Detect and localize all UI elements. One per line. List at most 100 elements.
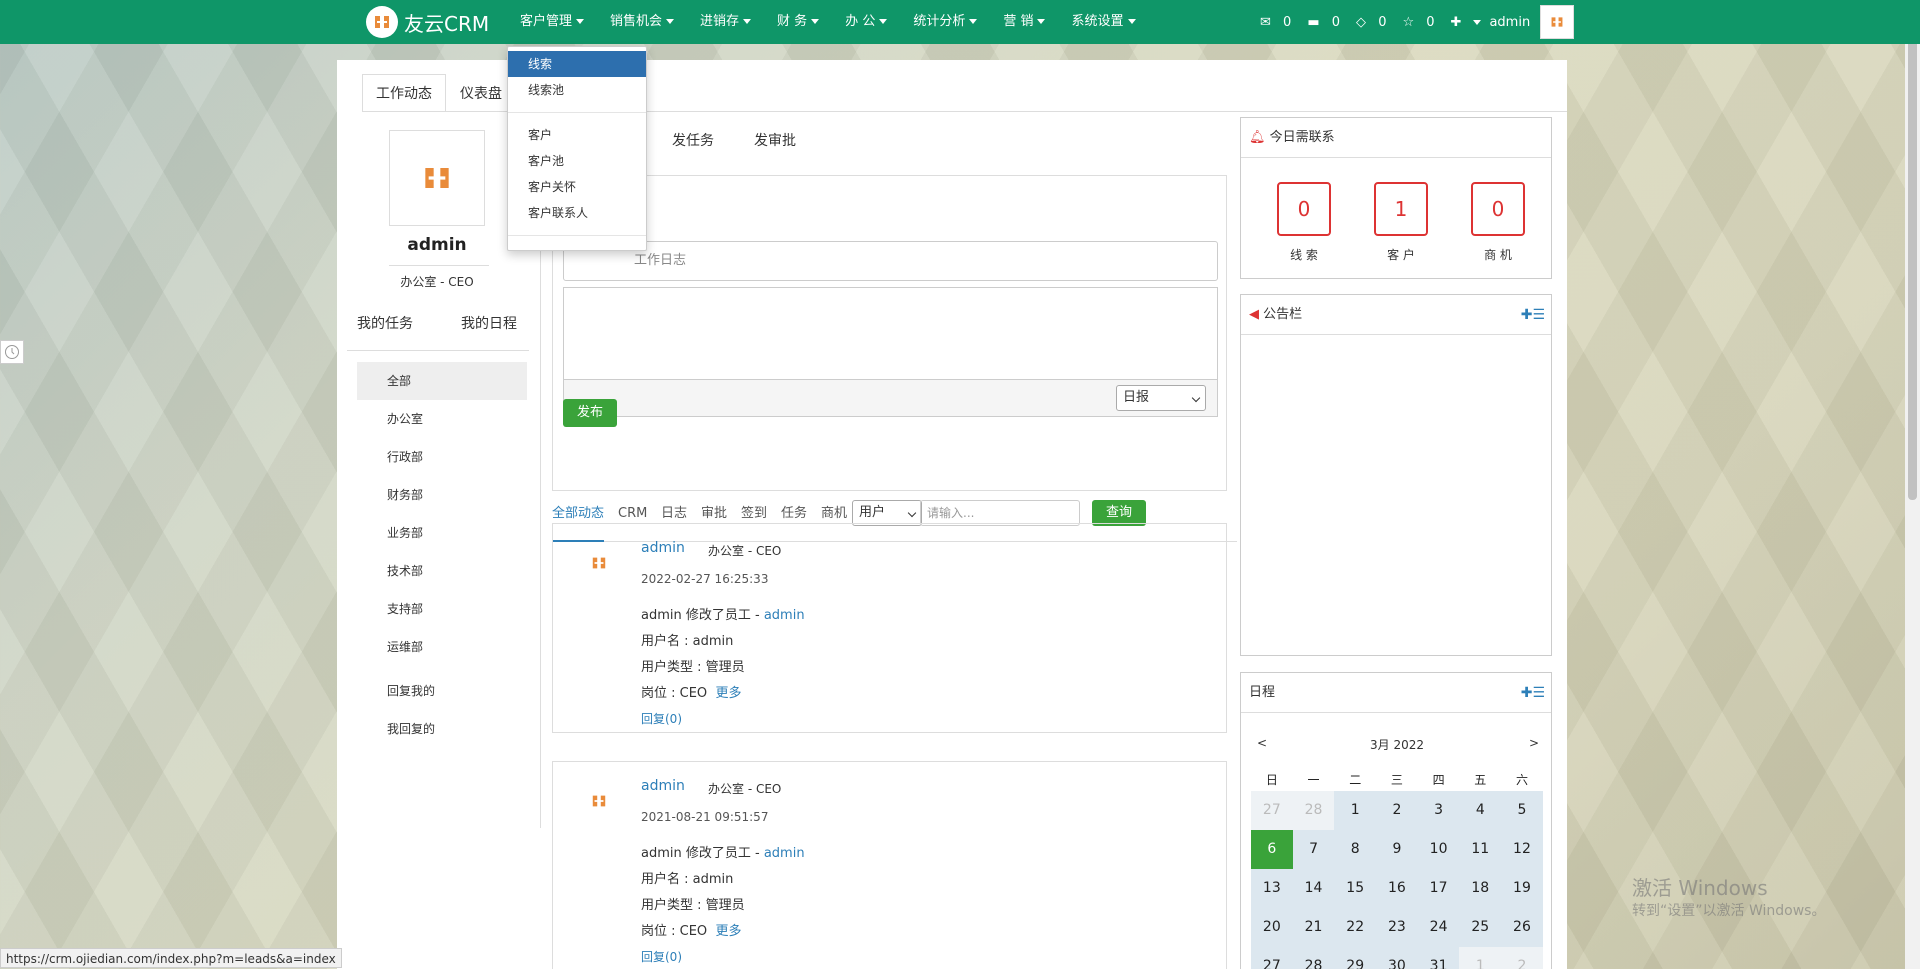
calendar-day[interactable]: 28 xyxy=(1292,947,1335,969)
brand-name[interactable]: 友云CRM xyxy=(404,8,489,37)
calendar-day[interactable]: 14 xyxy=(1292,869,1335,908)
feed-user[interactable]: admin xyxy=(641,540,685,556)
add-icon[interactable]: ✚ xyxy=(1521,685,1533,701)
calendar-month: 3月 2022 xyxy=(1370,738,1424,752)
my-replies[interactable]: 我回复的 xyxy=(357,710,527,748)
calendar-day[interactable]: 22 xyxy=(1334,908,1377,947)
add-icon[interactable]: ✚ xyxy=(1521,307,1533,323)
calendar-day[interactable]: 13 xyxy=(1251,869,1293,908)
calendar-day[interactable]: 27 xyxy=(1251,791,1293,830)
opportunities-count[interactable]: 0 xyxy=(1471,182,1525,236)
feed-target-link[interactable]: admin xyxy=(764,608,805,623)
calendar-day[interactable]: 28 xyxy=(1292,791,1335,830)
dept-tech[interactable]: 技术部 xyxy=(357,552,527,590)
calendar-day[interactable]: 5 xyxy=(1501,791,1543,830)
publish-button[interactable]: 发布 xyxy=(563,399,617,427)
feed-more-link[interactable]: 更多 xyxy=(715,924,741,939)
dept-business[interactable]: 业务部 xyxy=(357,514,527,552)
feed-reply-link[interactable]: 回复(0) xyxy=(641,948,682,965)
menu-analytics[interactable]: 统计分析 xyxy=(913,0,978,44)
dropdown-item-leads[interactable]: 线索 xyxy=(508,51,646,77)
calendar-day[interactable]: 4 xyxy=(1459,791,1502,830)
calendar-day[interactable]: 17 xyxy=(1417,869,1460,908)
dropdown-item-customer-pool[interactable]: 客户池 xyxy=(508,148,646,174)
calendar-day[interactable]: 18 xyxy=(1459,869,1502,908)
tab-dashboard[interactable]: 仪表盘 xyxy=(446,74,516,112)
menu-finance[interactable]: 财 务 xyxy=(777,0,820,44)
log-title-input[interactable]: 工作日志 xyxy=(563,241,1218,281)
history-icon[interactable] xyxy=(0,340,24,364)
calendar-day[interactable]: 2 xyxy=(1501,947,1543,969)
calendar-day[interactable]: 8 xyxy=(1334,830,1377,869)
my-tasks-link[interactable]: 我的任务 xyxy=(357,313,413,333)
menu-marketing[interactable]: 营 销 xyxy=(1003,0,1046,44)
menu-office[interactable]: 办 公 xyxy=(845,0,888,44)
caret-down-icon xyxy=(576,19,585,24)
my-schedule-link[interactable]: 我的日程 xyxy=(461,313,517,333)
feed-user[interactable]: admin xyxy=(641,778,685,794)
calendar-day[interactable]: 24 xyxy=(1417,908,1460,947)
logo-icon[interactable] xyxy=(366,6,398,38)
leads-count[interactable]: 0 xyxy=(1277,182,1331,236)
dept-ops[interactable]: 运维部 xyxy=(357,628,527,666)
log-content-textarea[interactable] xyxy=(563,287,1218,379)
dept-office[interactable]: 办公室 xyxy=(357,400,527,438)
menu-settings[interactable]: 系统设置 xyxy=(1071,0,1136,44)
dept-admin[interactable]: 行政部 xyxy=(357,438,527,476)
calendar-day[interactable]: 31 xyxy=(1417,947,1460,969)
menu-sales[interactable]: 销售机会 xyxy=(610,0,675,44)
calendar-day-today[interactable]: 6 xyxy=(1251,830,1293,869)
list-icon[interactable]: ☰ xyxy=(1532,307,1545,323)
tab-send-approval[interactable]: 发审批 xyxy=(754,130,796,150)
menu-inventory[interactable]: 进销存 xyxy=(700,0,752,44)
calendar-day[interactable]: 20 xyxy=(1251,908,1293,947)
calendar-day[interactable]: 29 xyxy=(1334,947,1377,969)
tab-send-task[interactable]: 发任务 xyxy=(672,130,714,150)
task-counter[interactable]: ◇ 0 xyxy=(1356,15,1394,30)
add-menu[interactable]: ✚ xyxy=(1451,15,1482,30)
calendar-day[interactable]: 11 xyxy=(1459,830,1502,869)
dropdown-item-customer[interactable]: 客户 xyxy=(508,122,646,148)
tab-activity[interactable]: 工作动态 xyxy=(362,74,446,112)
calendar-day[interactable]: 3 xyxy=(1417,791,1460,830)
calendar-day[interactable]: 7 xyxy=(1292,830,1335,869)
calendar-day[interactable]: 19 xyxy=(1501,869,1543,908)
scrollbar-thumb[interactable] xyxy=(1908,10,1917,500)
feed-reply-link[interactable]: 回复(0) xyxy=(641,710,682,727)
calendar-day[interactable]: 10 xyxy=(1417,830,1460,869)
calendar-day[interactable]: 9 xyxy=(1376,830,1418,869)
calendar-day[interactable]: 25 xyxy=(1459,908,1502,947)
user-name[interactable]: admin xyxy=(1489,15,1530,30)
menu-customer[interactable]: 客户管理 xyxy=(520,0,585,44)
calendar-day[interactable]: 12 xyxy=(1501,830,1543,869)
dept-all[interactable]: 全部 xyxy=(357,362,527,400)
calendar-day[interactable]: 27 xyxy=(1251,947,1293,969)
dropdown-item-customer-care[interactable]: 客户关怀 xyxy=(508,174,646,200)
calendar-next[interactable]: > xyxy=(1529,736,1539,750)
calendar-day[interactable]: 1 xyxy=(1459,947,1502,969)
feed-target-link[interactable]: admin xyxy=(764,846,805,861)
log-type-select[interactable]: 日报 xyxy=(1116,385,1206,411)
replies-to-me[interactable]: 回复我的 xyxy=(357,672,527,710)
dropdown-item-customer-contact[interactable]: 客户联系人 xyxy=(508,200,646,226)
calendar-day[interactable]: 16 xyxy=(1376,869,1418,908)
calendar-day[interactable]: 23 xyxy=(1376,908,1418,947)
dept-support[interactable]: 支持部 xyxy=(357,590,527,628)
customers-count[interactable]: 1 xyxy=(1374,182,1428,236)
feed-more-link[interactable]: 更多 xyxy=(715,686,741,701)
star-counter[interactable]: ☆ 0 xyxy=(1402,15,1442,30)
mail-counter[interactable]: ✉ 0 xyxy=(1260,15,1299,30)
calendar-day[interactable]: 2 xyxy=(1376,791,1418,830)
message-counter[interactable]: ▬ 0 xyxy=(1307,15,1348,30)
calendar-day[interactable]: 1 xyxy=(1334,791,1377,830)
dropdown-item-leads-pool[interactable]: 线索池 xyxy=(508,77,646,103)
calendar-day[interactable]: 21 xyxy=(1292,908,1335,947)
avatar[interactable] xyxy=(1540,5,1575,39)
list-icon[interactable]: ☰ xyxy=(1532,685,1545,701)
calendar-day[interactable]: 15 xyxy=(1334,869,1377,908)
page-scrollbar[interactable] xyxy=(1905,0,1920,969)
dept-finance[interactable]: 财务部 xyxy=(357,476,527,514)
calendar-day[interactable]: 26 xyxy=(1501,908,1543,947)
calendar-day[interactable]: 30 xyxy=(1376,947,1418,969)
weekday: 五 xyxy=(1459,769,1502,791)
